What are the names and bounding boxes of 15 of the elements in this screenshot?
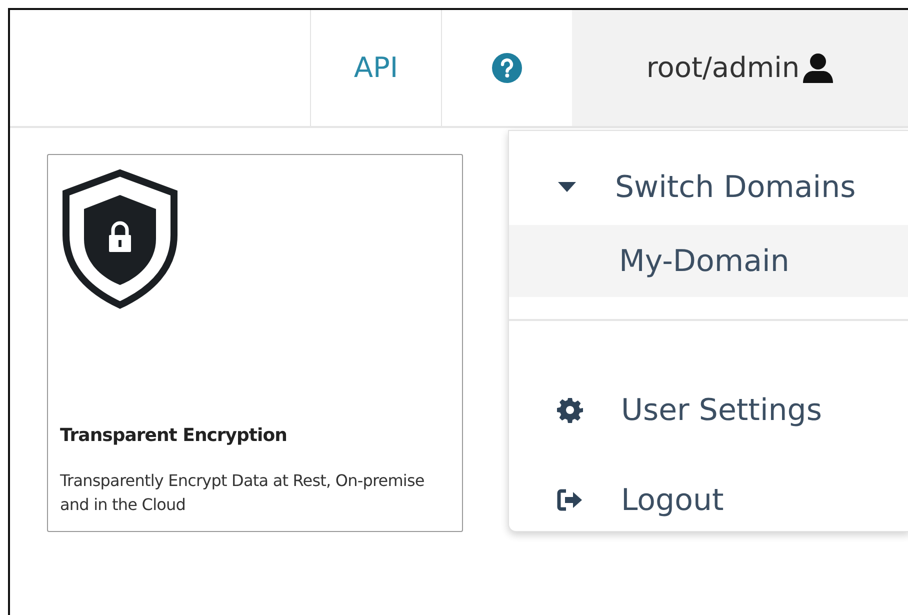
shield-lock-icon [60, 169, 180, 309]
user-icon [802, 53, 834, 83]
logout-icon [557, 489, 583, 511]
switch-domains-toggle[interactable]: Switch Domains [509, 149, 908, 225]
api-link[interactable]: API [310, 10, 441, 126]
help-icon[interactable] [492, 53, 522, 83]
card-description: Transparently Encrypt Data at Rest, On-premise and in the Cloud [60, 470, 426, 516]
user-menu-button[interactable]: root/admin [572, 10, 908, 126]
menu-item[interactable]: User Settings [509, 365, 908, 455]
domain-item[interactable]: My-Domain [509, 225, 908, 297]
settings-icon [557, 397, 583, 423]
menu-item[interactable]: Logout [509, 455, 908, 545]
caret-down-icon [557, 181, 577, 193]
card-title: Transparent Encryption [60, 424, 288, 448]
product-card[interactable]: Transparent Encryption Transparently Encrypt Data at Rest, On-premise and in the Cloud [47, 154, 463, 532]
